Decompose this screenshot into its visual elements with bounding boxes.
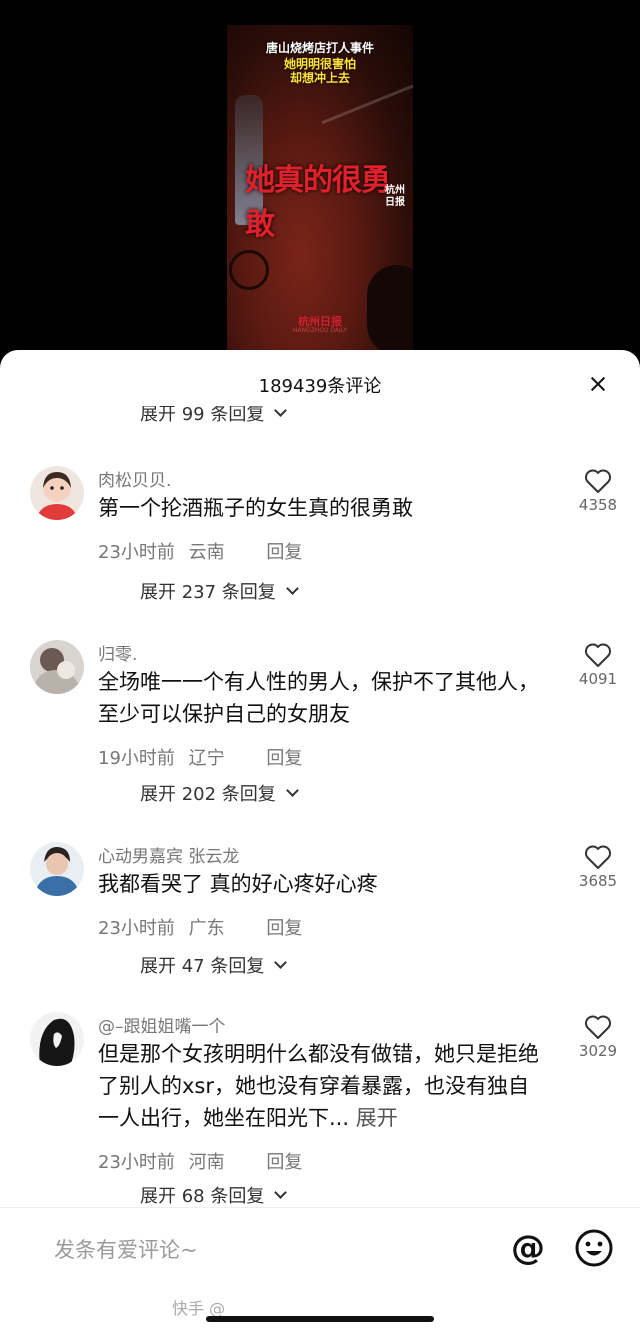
heart-outline-icon (585, 643, 611, 667)
heart-outline-icon (585, 845, 611, 869)
heart-outline-icon (585, 1015, 611, 1039)
expand-replies-label: 展开 99 条回复 (140, 406, 265, 425)
close-icon[interactable] (584, 370, 612, 398)
expand-text-link[interactable]: 展开 (356, 1106, 398, 1130)
chevron-down-icon (274, 955, 288, 969)
video-player[interactable]: 唐山烧烤店打人事件 她明明很害怕 却想冲上去 她真的很勇敢 杭州日报 杭州日报 … (0, 0, 640, 380)
expand-replies-button[interactable]: 展开 68 条回复 (140, 1182, 288, 1206)
chevron-down-icon (285, 581, 299, 595)
comment-input-bar: 发条有爱评论~ @ (0, 1207, 640, 1287)
comment-location: 辽宁 (188, 748, 225, 769)
comments-sheet: 189439条评论 展开 99 条回复 肉松贝贝. 第一个抡酒瓶子的女生真的很勇… (0, 350, 640, 1331)
like-count: 3029 (578, 1042, 618, 1060)
video-caption-line1: 唐山烧烤店打人事件 (265, 41, 374, 55)
comments-count-title: 189439条评论 (258, 376, 382, 397)
avatar[interactable] (30, 842, 84, 896)
comment-location: 河南 (188, 1152, 225, 1173)
comment-location: 广东 (188, 918, 225, 939)
video-frame[interactable]: 唐山烧烤店打人事件 她明明很害怕 却想冲上去 她真的很勇敢 杭州日报 杭州日报 … (227, 25, 413, 355)
expand-replies-label: 展开 47 条回复 (140, 956, 265, 977)
like-button[interactable]: 3685 (576, 844, 620, 890)
reply-button[interactable]: 回复 (266, 918, 302, 939)
video-scene-wheel (229, 250, 269, 290)
comment-location: 云南 (188, 542, 225, 563)
comment-username[interactable]: @–跟姐姐嘴一个 (98, 1012, 226, 1037)
like-button[interactable]: 4358 (576, 468, 620, 514)
at-icon[interactable]: @ (508, 1228, 548, 1268)
video-source-tag: 杭州日报 (385, 185, 405, 208)
comment-input[interactable]: 发条有爱评论~ (54, 1234, 198, 1264)
expand-replies-label: 展开 68 条回复 (140, 1186, 265, 1206)
expand-replies-label: 展开 237 条回复 (140, 582, 276, 603)
comment-username[interactable]: 肉松贝贝. (98, 466, 171, 491)
comment-text: 第一个抡酒瓶子的女生真的很勇敢 (98, 496, 413, 520)
like-count: 3685 (578, 872, 618, 890)
video-logo-sub: HANGZHOU DAILY (293, 327, 347, 334)
comment-username[interactable]: 归零. (98, 640, 137, 665)
comment-meta: 23小时前 河南 回复 (98, 1148, 310, 1174)
video-caption-line2: 她明明很害怕 (283, 57, 356, 71)
avatar[interactable] (30, 640, 84, 694)
comment-username[interactable]: 心动男嘉宾 张云龙 (98, 842, 239, 867)
avatar[interactable] (30, 466, 84, 520)
video-scene-shadow (367, 265, 413, 355)
like-button[interactable]: 3029 (576, 1014, 620, 1060)
comment-time: 19小时前 (98, 748, 175, 769)
expand-replies-label: 展开 202 条回复 (140, 784, 276, 805)
comments-list[interactable]: 展开 99 条回复 肉松贝贝. 第一个抡酒瓶子的女生真的很勇敢 23小时前 云南… (0, 406, 640, 1206)
reply-button[interactable]: 回复 (266, 748, 302, 769)
comment-time: 23小时前 (98, 1152, 175, 1173)
video-caption-line3: 却想冲上去 (289, 71, 350, 85)
expand-replies-button[interactable]: 展开 99 条回复 (140, 406, 288, 426)
comment-text: 我都看哭了 真的好心疼好心疼 (98, 872, 378, 896)
comment-meta: 19小时前 辽宁 回复 (98, 744, 310, 770)
avatar[interactable] (30, 1012, 84, 1066)
expand-replies-button[interactable]: 展开 202 条回复 (140, 780, 299, 806)
comment-meta: 23小时前 广东 回复 (98, 914, 310, 940)
like-count: 4358 (578, 496, 618, 514)
chevron-down-icon (274, 1185, 288, 1199)
comment-meta: 23小时前 云南 回复 (98, 538, 310, 564)
like-button[interactable]: 4091 (576, 642, 620, 688)
comment-text: 但是那个女孩明明什么都没有做错，她只是拒绝了别人的xsr，她也没有穿着暴露，也没… (98, 1038, 548, 1134)
expand-replies-button[interactable]: 展开 237 条回复 (140, 578, 299, 604)
smiley-icon[interactable] (574, 1228, 614, 1268)
chevron-down-icon (274, 406, 288, 417)
reply-button[interactable]: 回复 (266, 542, 302, 563)
expand-replies-button[interactable]: 展开 47 条回复 (140, 952, 288, 978)
comment-text: 全场唯一一个有人性的男人，保护不了其他人，至少可以保护自己的女朋友 (98, 670, 539, 726)
comment-time: 23小时前 (98, 918, 175, 939)
heart-outline-icon (585, 469, 611, 493)
chevron-down-icon (285, 783, 299, 797)
comment-text-body: 但是那个女孩明明什么都没有做错，她只是拒绝了别人的xsr，她也没有穿着暴露，也没… (98, 1042, 539, 1130)
reply-button[interactable]: 回复 (266, 1152, 302, 1173)
comment-time: 23小时前 (98, 542, 175, 563)
like-count: 4091 (578, 670, 618, 688)
home-indicator[interactable] (206, 1316, 434, 1322)
